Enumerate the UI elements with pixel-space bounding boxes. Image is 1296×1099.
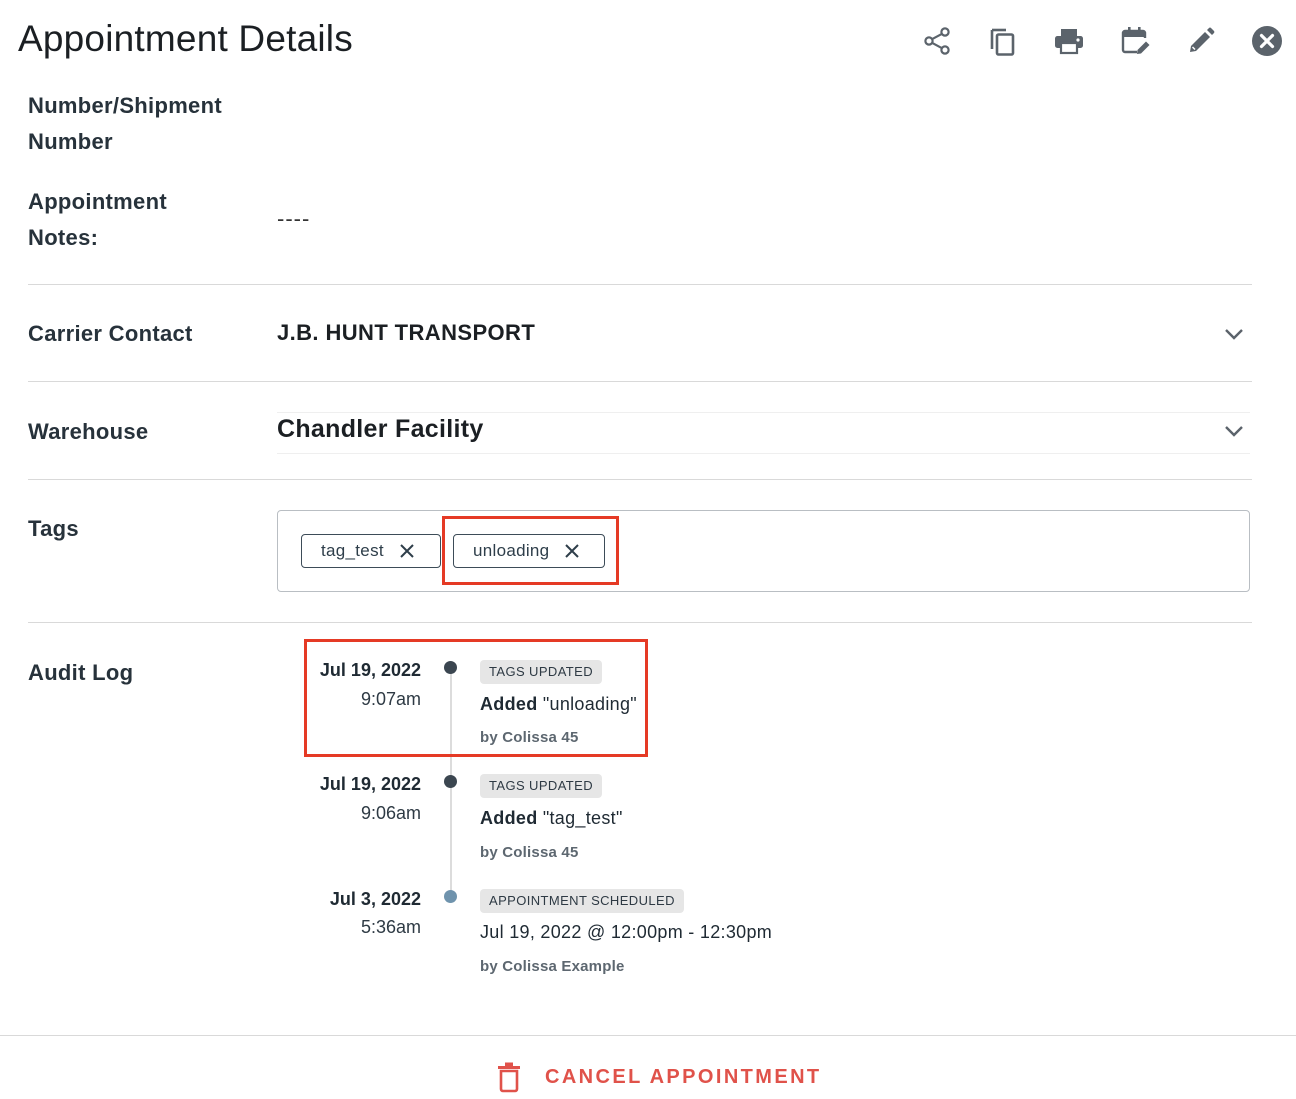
audit-entry-date: Jul 3, 2022: [329, 889, 421, 909]
audit-entry-description: Added "tag_test": [480, 808, 623, 829]
chevron-down-icon: [1225, 426, 1243, 437]
carrier-contact-dropdown-toggle[interactable]: [1219, 319, 1249, 349]
pencil-icon: [1190, 27, 1215, 52]
shipment-number-label: Number/Shipment Number: [28, 88, 222, 160]
carrier-contact-label: Carrier Contact: [28, 321, 193, 346]
warehouse-select-bottom-border: [277, 453, 1250, 454]
divider: [28, 479, 1252, 480]
page-title: Appointment Details: [18, 18, 353, 59]
audit-entry-date: Jul 19, 2022: [319, 774, 421, 794]
warehouse-select[interactable]: Chandler Facility: [277, 415, 484, 444]
highlight-box-audit-entry: [304, 639, 648, 757]
shipment-number-label-line1: Number/Shipment: [28, 93, 222, 118]
highlight-box-tag: [442, 516, 619, 585]
reschedule-button[interactable]: [1113, 19, 1157, 63]
print-icon: [1055, 29, 1083, 55]
audit-entry-author: by Colissa Example: [480, 958, 625, 975]
cancel-appointment-button[interactable]: CANCEL APPOINTMENT: [495, 1055, 822, 1099]
appointment-notes-label-line1: Appointment: [28, 189, 167, 214]
cancel-appointment-label: CANCEL APPOINTMENT: [545, 1065, 822, 1088]
audit-log-label: Audit Log: [28, 660, 134, 685]
share-icon: [924, 27, 950, 55]
audit-entry-detail: "tag_test": [542, 808, 623, 828]
close-icon: [400, 544, 414, 558]
duplicate-button[interactable]: [981, 19, 1025, 63]
print-button[interactable]: [1047, 19, 1091, 63]
audit-entry-action: Added: [480, 808, 538, 828]
tag-chip-tag-test: tag_test: [301, 534, 441, 568]
divider: [28, 284, 1252, 285]
warehouse-select-top-border: [277, 412, 1250, 413]
audit-entry-badge: TAGS UPDATED: [480, 774, 602, 798]
appointment-notes-label-line2: Notes:: [28, 225, 99, 250]
carrier-contact-select[interactable]: J.B. HUNT TRANSPORT: [277, 320, 535, 346]
timeline-dot: [444, 775, 457, 788]
audit-entry-description: Jul 19, 2022 @ 12:00pm - 12:30pm: [480, 922, 773, 942]
chevron-down-icon: [1225, 329, 1243, 340]
audit-entry-time: 9:06am: [360, 803, 421, 823]
copy-icon: [990, 28, 1015, 56]
warehouse-dropdown-toggle[interactable]: [1219, 416, 1249, 446]
edit-button[interactable]: [1179, 19, 1223, 63]
audit-entry-time: 5:36am: [360, 917, 421, 937]
warehouse-label: Warehouse: [28, 419, 149, 444]
close-circle-icon: [1252, 26, 1282, 56]
close-button[interactable]: [1245, 19, 1289, 63]
appointment-notes-value: ----: [277, 206, 311, 231]
remove-tag-button[interactable]: [398, 542, 416, 560]
trash-icon: [498, 1062, 520, 1093]
divider: [28, 622, 1252, 623]
divider: [28, 381, 1252, 382]
tag-chip-label: tag_test: [321, 541, 384, 560]
audit-entry-author: by Colissa 45: [480, 844, 579, 861]
tags-input[interactable]: tag_test unloading: [277, 510, 1250, 592]
timeline-dot: [444, 890, 457, 903]
tags-label: Tags: [28, 516, 79, 541]
calendar-edit-icon: [1121, 27, 1150, 54]
footer-divider: [0, 1035, 1296, 1036]
shipment-number-label-line2: Number: [28, 129, 113, 154]
share-button[interactable]: [915, 19, 959, 63]
audit-entry-badge: APPOINTMENT SCHEDULED: [480, 889, 684, 913]
appointment-notes-label: Appointment Notes:: [28, 184, 167, 256]
